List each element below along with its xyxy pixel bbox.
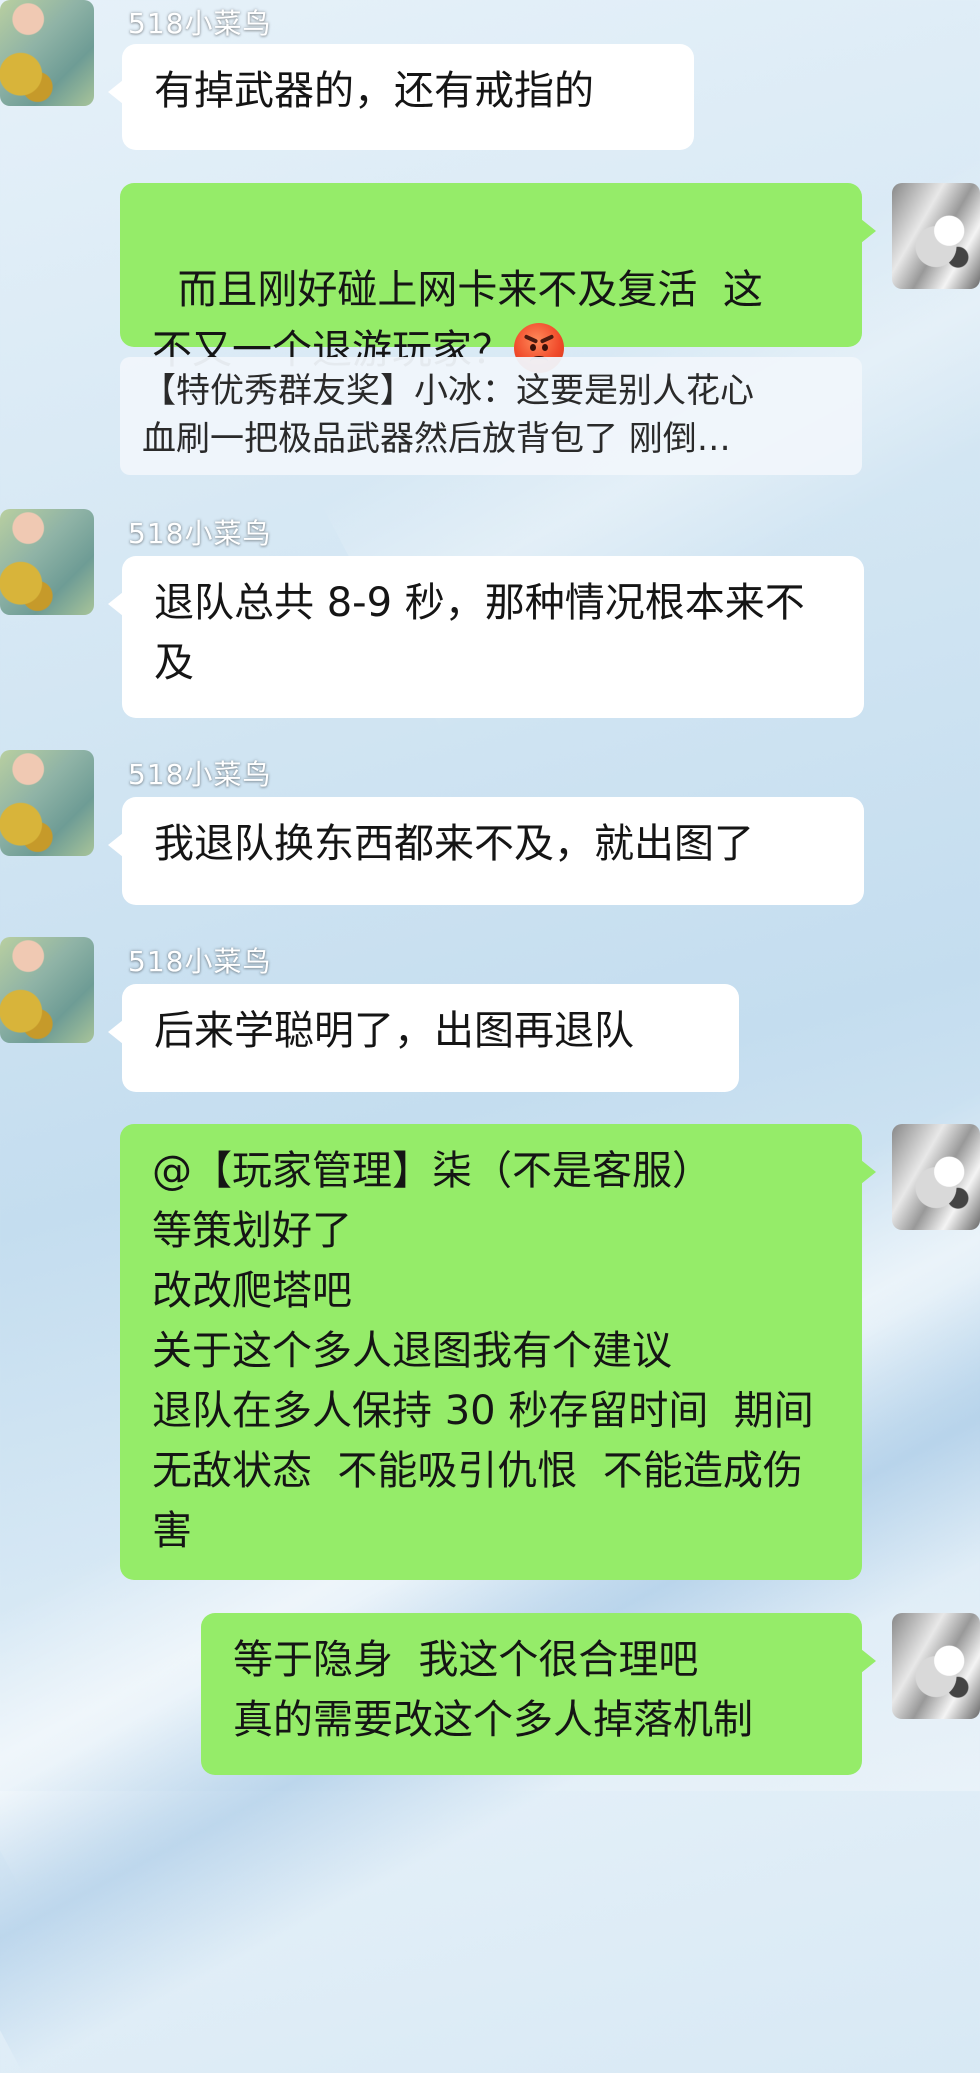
quote-text-line: 血刷一把极品武器然后放背包了 刚倒… <box>142 419 731 459</box>
message-bubble-incoming[interactable]: 退队总共 8-9 秒，那种情况根本来不及 <box>108 556 864 718</box>
avatar-self[interactable] <box>892 1124 980 1230</box>
sender-name: 518小菜鸟 <box>128 7 272 40</box>
quote-text-line: 【特优秀群友奖】小冰：这要是别人花心 <box>142 371 754 411</box>
message-bubble-incoming[interactable]: 有掉武器的，还有戒指的 <box>108 44 694 150</box>
message-text: 而且刚好碰上网卡来不及复活 这 <box>177 267 763 313</box>
avatar-518xiaocainiao[interactable] <box>0 509 94 615</box>
quoted-message[interactable]: 【特优秀群友奖】小冰：这要是别人花心 血刷一把极品武器然后放背包了 刚倒… <box>120 357 862 475</box>
message-bubble-incoming[interactable]: 我退队换东西都来不及，就出图了 <box>108 797 864 905</box>
sender-name: 518小菜鸟 <box>128 945 272 978</box>
avatar-self[interactable] <box>892 183 980 289</box>
avatar-518xiaocainiao[interactable] <box>0 937 94 1043</box>
message-bubble-outgoing[interactable]: @【玩家管理】柒（不是客服） 等策划好了 改改爬塔吧 关于这个多人退图我有个建议… <box>120 1124 876 1580</box>
message-bubble-outgoing[interactable]: 等于隐身 我这个很合理吧 真的需要改这个多人掉落机制 <box>201 1613 876 1775</box>
message-bubble-incoming[interactable]: 后来学聪明了，出图再退队 <box>108 984 739 1092</box>
message-bubble-outgoing[interactable]: 而且刚好碰上网卡来不及复活 这不又一个退游玩家？ <box>120 183 876 373</box>
sender-name: 518小菜鸟 <box>128 758 272 791</box>
sender-name: 518小菜鸟 <box>128 517 272 550</box>
avatar-518xiaocainiao[interactable] <box>0 0 94 106</box>
avatar-518xiaocainiao[interactable] <box>0 750 94 856</box>
avatar-self[interactable] <box>892 1613 980 1719</box>
